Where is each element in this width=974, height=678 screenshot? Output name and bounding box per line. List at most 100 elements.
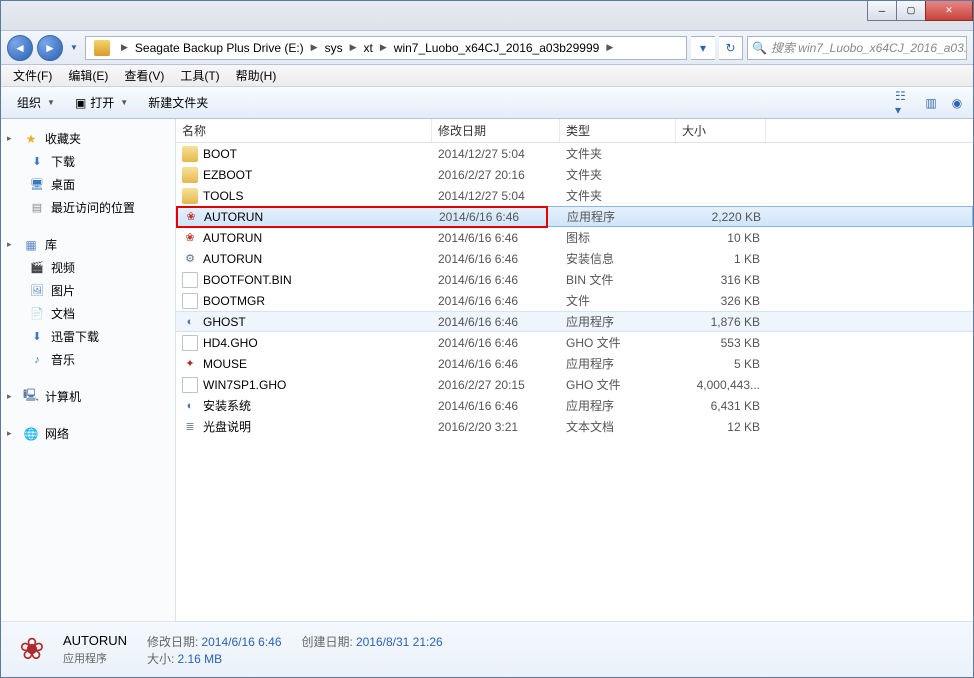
file-name: AUTORUN <box>204 210 263 224</box>
explorer-window: ─ ▢ ✕ ◄ ► ▼ ▶ Seagate Backup Plus Drive … <box>0 0 974 678</box>
file-row[interactable]: BOOT2014/12/27 5:04文件夹 <box>176 143 973 164</box>
breadcrumb-seg[interactable]: win7_Luobo_x64CJ_2016_a03b29999 <box>390 37 604 59</box>
file-type: 安装信息 <box>560 250 676 267</box>
file-type: 文件夹 <box>560 145 676 162</box>
file-row[interactable]: AUTORUN2014/6/16 6:46图标10 KB <box>176 227 973 248</box>
nav-history-dropdown[interactable]: ▼ <box>67 38 81 58</box>
file-row[interactable]: AUTORUN2014/6/16 6:46安装信息1 KB <box>176 248 973 269</box>
file-row[interactable]: BOOTFONT.BIN2014/6/16 6:46BIN 文件316 KB <box>176 269 973 290</box>
file-name: BOOTFONT.BIN <box>203 273 292 287</box>
file-row[interactable]: TOOLS2014/12/27 5:04文件夹 <box>176 185 973 206</box>
file-name: AUTORUN <box>203 231 262 245</box>
col-date[interactable]: 修改日期 <box>432 119 560 142</box>
col-type[interactable]: 类型 <box>560 119 676 142</box>
file-size: 4,000,443... <box>676 378 766 392</box>
breadcrumb[interactable]: ▶ Seagate Backup Plus Drive (E:) ▶ sys ▶… <box>85 36 687 60</box>
address-dropdown[interactable]: ▾ <box>691 36 715 60</box>
minimize-button[interactable]: ─ <box>867 1 897 21</box>
file-size: 553 KB <box>676 336 766 350</box>
titlebar[interactable]: ─ ▢ ✕ <box>1 1 973 31</box>
file-type: GHO 文件 <box>560 334 676 351</box>
col-size[interactable]: 大小 <box>676 119 766 142</box>
details-pane: ❀ AUTORUN 应用程序 修改日期: 2014/6/16 6:46 大小: … <box>1 621 973 677</box>
file-type: 应用程序 <box>560 313 676 330</box>
chevron-right-icon[interactable]: ▶ <box>377 42 390 53</box>
chevron-right-icon[interactable]: ▶ <box>118 42 131 53</box>
sidebar-item-recent[interactable]: ▤最近访问的位置 <box>1 196 175 219</box>
maximize-button[interactable]: ▢ <box>896 1 926 21</box>
file-size: 1,876 KB <box>676 315 766 329</box>
network-icon: 🌐 <box>23 426 39 442</box>
chevron-right-icon[interactable]: ▶ <box>347 42 360 53</box>
file-type: 文本文档 <box>560 418 676 435</box>
help-button[interactable]: ◉ <box>947 93 967 113</box>
file-name: EZBOOT <box>203 168 252 182</box>
sidebar-favorites[interactable]: ▸★收藏夹 <box>1 127 175 150</box>
sidebar-libraries[interactable]: ▸▦库 <box>1 233 175 256</box>
file-name: 光盘说明 <box>203 418 251 435</box>
forward-button[interactable]: ► <box>37 35 63 61</box>
file-icon <box>182 335 198 351</box>
close-button[interactable]: ✕ <box>925 1 973 21</box>
chevron-right-icon[interactable]: ▶ <box>308 42 321 53</box>
file-row[interactable]: EZBOOT2016/2/27 20:16文件夹 <box>176 164 973 185</box>
back-button[interactable]: ◄ <box>7 35 33 61</box>
details-type: 应用程序 <box>63 650 127 666</box>
file-date: 2014/12/27 5:04 <box>432 147 560 161</box>
menubar: 文件(F) 编辑(E) 查看(V) 工具(T) 帮助(H) <box>1 65 973 87</box>
file-size: 10 KB <box>676 231 766 245</box>
breadcrumb-seg[interactable]: Seagate Backup Plus Drive (E:) <box>131 37 308 59</box>
file-row[interactable]: WIN7SP1.GHO2016/2/27 20:15GHO 文件4,000,44… <box>176 374 973 395</box>
file-name: MOUSE <box>203 357 247 371</box>
breadcrumb-seg[interactable]: sys <box>321 37 347 59</box>
file-row[interactable]: 安装系统2014/6/16 6:46应用程序6,431 KB <box>176 395 973 416</box>
refresh-button[interactable]: ↻ <box>719 36 743 60</box>
file-row[interactable]: GHOST2014/6/16 6:46应用程序1,876 KB <box>176 311 973 332</box>
file-type: 图标 <box>560 229 676 246</box>
file-type: GHO 文件 <box>560 376 676 393</box>
file-type: 应用程序 <box>560 355 676 372</box>
thunder-icon: ⬇ <box>29 329 45 345</box>
col-name[interactable]: 名称 <box>176 119 432 142</box>
sidebar-item-videos[interactable]: 🎬视频 <box>1 256 175 279</box>
app-icon: ▣ <box>75 96 86 110</box>
new-folder-button[interactable]: 新建文件夹 <box>138 90 218 115</box>
folder-icon <box>182 167 198 183</box>
file-row[interactable]: AUTORUN2014/6/16 6:46应用程序2,220 KB <box>176 206 973 227</box>
sidebar-network[interactable]: ▸🌐网络 <box>1 422 175 445</box>
file-row[interactable]: BOOTMGR2014/6/16 6:46文件326 KB <box>176 290 973 311</box>
file-date: 2014/6/16 6:46 <box>432 336 560 350</box>
file-row[interactable]: MOUSE2014/6/16 6:46应用程序5 KB <box>176 353 973 374</box>
sidebar-item-desktop[interactable]: 🖥桌面 <box>1 173 175 196</box>
file-name: AUTORUN <box>203 252 262 266</box>
file-type: 文件 <box>560 292 676 309</box>
menu-tools[interactable]: 工具(T) <box>172 65 227 86</box>
drive-icon <box>94 40 110 56</box>
menu-help[interactable]: 帮助(H) <box>228 65 285 86</box>
details-created: 2016/8/31 21:26 <box>356 635 443 649</box>
menu-edit[interactable]: 编辑(E) <box>60 65 116 86</box>
breadcrumb-seg[interactable]: xt <box>360 37 377 59</box>
chevron-right-icon[interactable]: ▶ <box>603 42 616 53</box>
sidebar-computer[interactable]: ▸🖳计算机 <box>1 385 175 408</box>
sidebar-item-music[interactable]: ♪音乐 <box>1 348 175 371</box>
sidebar-item-pictures[interactable]: 🖼图片 <box>1 279 175 302</box>
file-row[interactable]: HD4.GHO2014/6/16 6:46GHO 文件553 KB <box>176 332 973 353</box>
menu-view[interactable]: 查看(V) <box>116 65 172 86</box>
organize-button[interactable]: 组织▼ <box>7 90 65 115</box>
search-input[interactable]: 🔍 搜索 win7_Luobo_x64CJ_2016_a03... <box>747 36 967 60</box>
file-date: 2014/6/16 6:46 <box>432 357 560 371</box>
sidebar-item-downloads[interactable]: ⬇下载 <box>1 150 175 173</box>
folder-icon <box>182 146 198 162</box>
open-button[interactable]: ▣打开▼ <box>65 90 138 115</box>
sidebar-item-thunder[interactable]: ⬇迅雷下载 <box>1 325 175 348</box>
view-options-button[interactable]: ☷ ▾ <box>895 93 915 113</box>
file-date: 2014/12/27 5:04 <box>432 189 560 203</box>
desktop-icon: 🖥 <box>29 177 45 193</box>
sidebar-item-documents[interactable]: 📄文档 <box>1 302 175 325</box>
file-date: 2014/6/16 6:46 <box>432 315 560 329</box>
star-icon: ★ <box>23 131 39 147</box>
menu-file[interactable]: 文件(F) <box>5 65 60 86</box>
file-row[interactable]: 光盘说明2016/2/20 3:21文本文档12 KB <box>176 416 973 437</box>
preview-pane-button[interactable]: ▥ <box>921 93 941 113</box>
